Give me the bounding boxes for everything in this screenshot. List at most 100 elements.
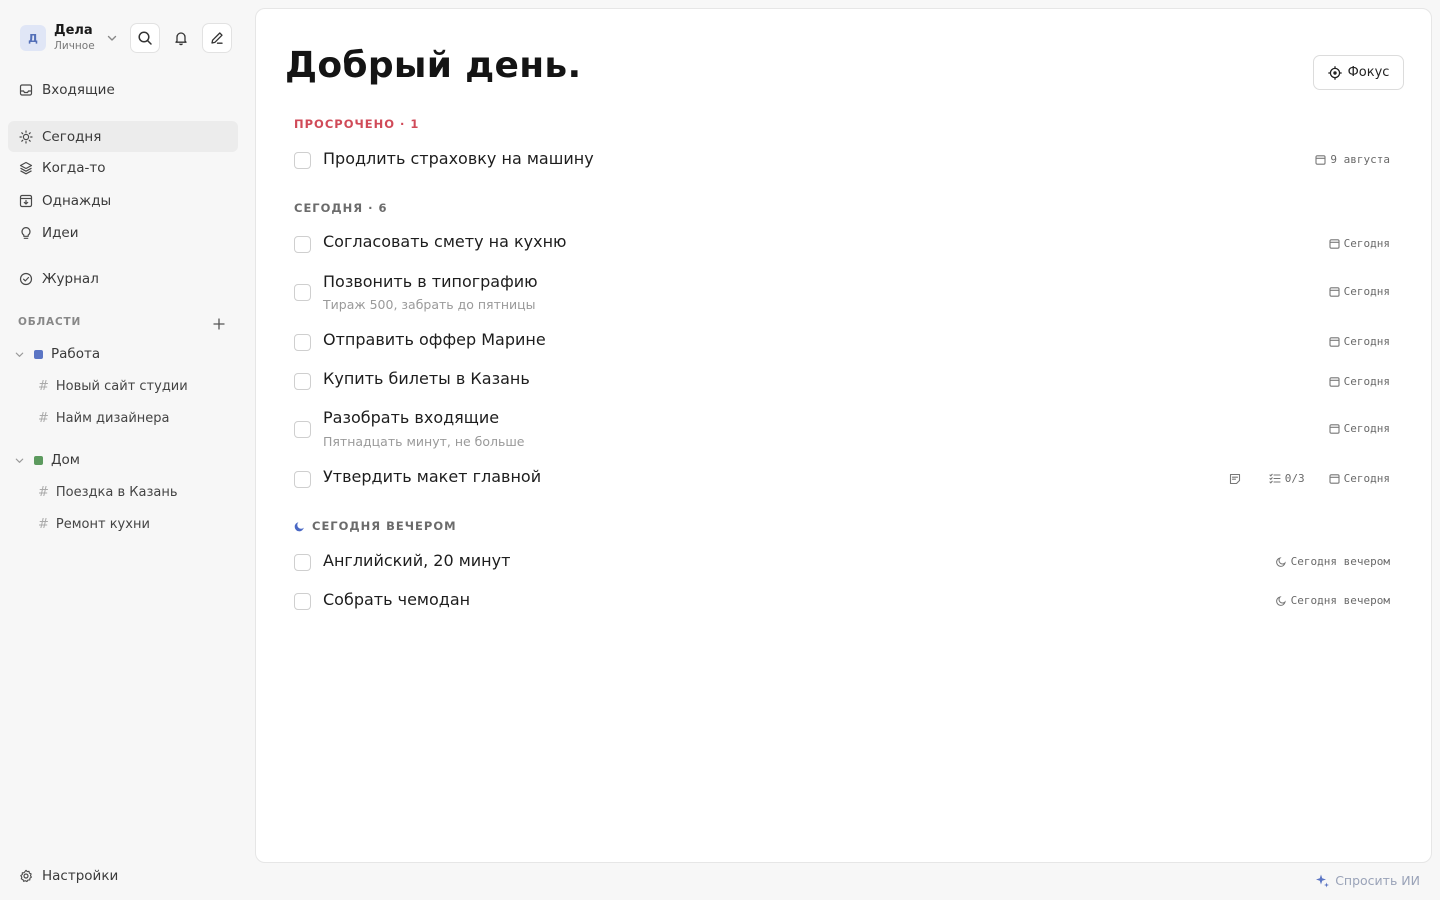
- calendar-icon: [1329, 336, 1344, 347]
- sidebar-item-journal[interactable]: Журнал: [8, 263, 238, 294]
- checklist-progress: 0/3: [1284, 472, 1305, 485]
- areas-heading: ОБЛАСТИ: [18, 316, 82, 328]
- task-title: Английский, 20 минут: [323, 551, 511, 570]
- notifications-button[interactable]: [166, 23, 196, 53]
- task-checkbox[interactable]: [294, 236, 311, 253]
- chevron-down-icon[interactable]: [106, 32, 118, 44]
- sidebar-project-item[interactable]: # Ремонт кухни: [38, 512, 150, 536]
- sidebar-project-item[interactable]: # Новый сайт студии: [38, 374, 188, 398]
- ask-ai-button[interactable]: Спросить ИИ: [1315, 873, 1420, 888]
- area-label: Дом: [51, 452, 80, 468]
- add-area-icon[interactable]: [212, 317, 226, 331]
- task-checkbox[interactable]: [294, 471, 311, 488]
- archive-icon: [19, 194, 33, 208]
- focus-button[interactable]: Фокус: [1313, 55, 1404, 90]
- area-color-dot: [34, 455, 43, 465]
- task-checkbox[interactable]: [294, 373, 311, 390]
- calendar-icon: [1315, 154, 1330, 165]
- sidebar-item-today[interactable]: Сегодня: [8, 121, 238, 152]
- project-label: Новый сайт студии: [55, 378, 188, 394]
- gear-icon: [19, 869, 33, 883]
- section-heading-evening: СЕГОДНЯ ВЕЧЕРОМ: [294, 519, 457, 533]
- search-icon: [137, 30, 153, 46]
- hash-icon: #: [38, 484, 49, 500]
- checklist-icon: [1269, 473, 1285, 484]
- sidebar-item-label: Однажды: [42, 192, 112, 209]
- area-color-dot: [34, 349, 43, 359]
- task-checkbox[interactable]: [294, 284, 311, 301]
- task-checkbox[interactable]: [294, 334, 311, 351]
- task-date: Сегодня: [1343, 375, 1390, 388]
- task-checkbox[interactable]: [294, 152, 311, 169]
- project-label: Ремонт кухни: [55, 516, 150, 532]
- sidebar-item-ideas[interactable]: Идеи: [8, 217, 238, 248]
- task-title: Позвонить в типографию: [323, 272, 538, 291]
- area-work[interactable]: Работа: [14, 342, 100, 366]
- sidebar-item-label: Входящие: [42, 81, 115, 98]
- task-title: Собрать чемодан: [323, 590, 471, 609]
- area-label: Работа: [51, 346, 101, 362]
- focus-button-label: Фокус: [1347, 65, 1390, 80]
- layers-icon: [19, 161, 33, 175]
- task-date: Сегодня: [1343, 335, 1390, 348]
- moon-icon: [1275, 595, 1291, 606]
- sidebar-item-inbox[interactable]: Входящие: [8, 74, 238, 105]
- section-heading-overdue: ПРОСРОЧЕНО · 1: [294, 117, 420, 131]
- sun-icon: [19, 129, 33, 144]
- task-title: Разобрать входящие: [323, 408, 500, 427]
- sidebar-item-label: Когда-то: [42, 159, 106, 176]
- calendar-icon: [1329, 473, 1344, 484]
- sparkle-icon: [1315, 873, 1335, 888]
- calendar-icon: [1329, 286, 1344, 297]
- calendar-icon: [1329, 423, 1344, 434]
- workspace-subtitle: Личное: [54, 40, 95, 52]
- workspace-switcher[interactable]: Д Дела Личное: [20, 22, 236, 54]
- edit-icon: [209, 30, 225, 46]
- sidebar: Д Дела Личное Входящие Сегодня Когда-то …: [0, 0, 246, 900]
- project-label: Найм дизайнера: [55, 410, 170, 426]
- task-date: Сегодня вечером: [1290, 594, 1390, 607]
- inbox-icon: [19, 83, 33, 97]
- task-checkbox[interactable]: [294, 593, 311, 610]
- calendar-icon: [1329, 376, 1344, 387]
- task-title: Утвердить макет главной: [323, 467, 542, 486]
- task-date: Сегодня: [1343, 237, 1390, 250]
- sidebar-project-item[interactable]: # Поездка в Казань: [38, 480, 178, 504]
- task-date: Сегодня вечером: [1290, 555, 1390, 568]
- sidebar-item-label: Журнал: [42, 270, 99, 287]
- chevron-down-icon[interactable]: [14, 349, 25, 360]
- task-date: 9 августа: [1330, 153, 1390, 166]
- chevron-down-icon[interactable]: [14, 455, 25, 466]
- sidebar-item-someday[interactable]: Когда-то: [8, 152, 238, 183]
- bell-icon: [173, 30, 189, 46]
- sidebar-project-item[interactable]: # Найм дизайнера: [38, 406, 170, 430]
- search-button[interactable]: [130, 23, 160, 53]
- workspace-avatar: Д: [20, 25, 46, 51]
- lightbulb-icon: [19, 226, 33, 240]
- hash-icon: #: [38, 516, 49, 532]
- section-heading-today: СЕГОДНЯ · 6: [294, 201, 388, 215]
- task-checkbox[interactable]: [294, 554, 311, 571]
- settings-button[interactable]: Настройки: [8, 861, 238, 891]
- area-home[interactable]: Дом: [14, 448, 80, 472]
- task-date: Сегодня: [1343, 285, 1390, 298]
- section-heading-label: СЕГОДНЯ ВЕЧЕРОМ: [312, 519, 457, 533]
- settings-label: Настройки: [42, 868, 119, 884]
- task-date: Сегодня: [1343, 422, 1390, 435]
- hash-icon: #: [38, 378, 49, 394]
- notes-icon: [1229, 473, 1245, 485]
- workspace-name: Дела: [54, 23, 93, 38]
- task-note: Тираж 500, забрать до пятницы: [323, 297, 536, 312]
- sidebar-item-label: Сегодня: [42, 128, 102, 145]
- calendar-icon: [1329, 238, 1344, 249]
- task-note: Пятнадцать минут, не больше: [323, 434, 525, 449]
- task-checkbox[interactable]: [294, 421, 311, 438]
- task-title: Отправить оффер Марине: [323, 330, 546, 349]
- moon-icon: [1275, 556, 1291, 567]
- page-title: Добрый день.: [285, 45, 582, 86]
- task-date: Сегодня: [1343, 472, 1390, 485]
- check-circle-icon: [19, 272, 33, 286]
- new-task-button[interactable]: [202, 23, 232, 53]
- sidebar-item-once[interactable]: Однажды: [8, 185, 238, 216]
- ask-ai-label: Спросить ИИ: [1335, 873, 1420, 888]
